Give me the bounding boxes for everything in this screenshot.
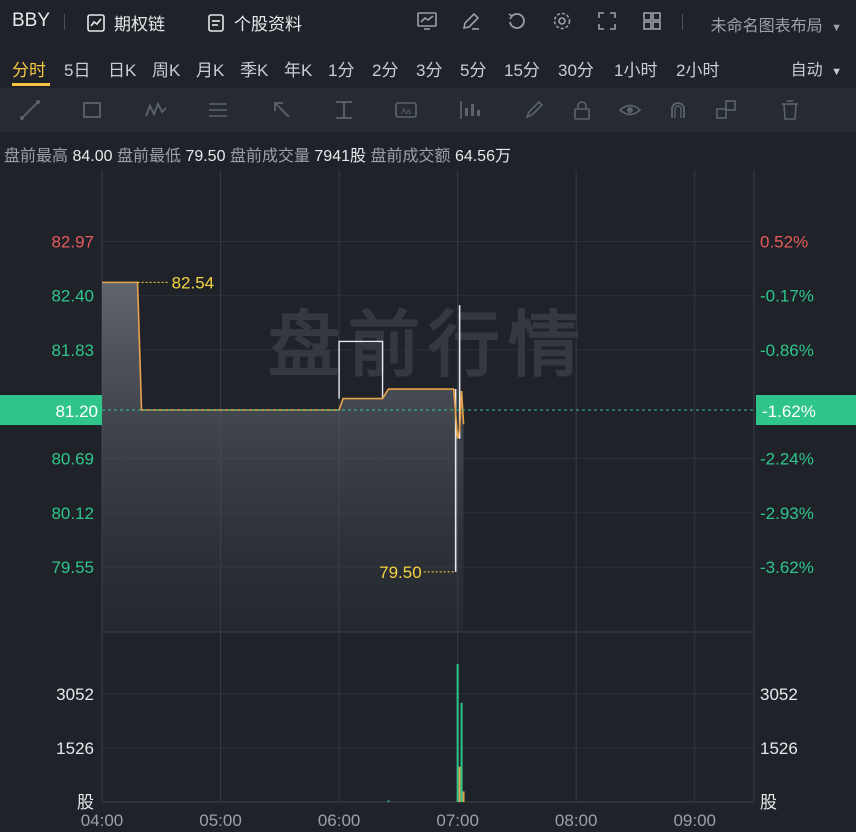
period-tab-9[interactable]: 3分 xyxy=(416,56,442,81)
eye-icon[interactable] xyxy=(618,98,642,122)
rect-tool-icon[interactable] xyxy=(80,98,104,122)
magnet-icon[interactable] xyxy=(666,98,690,122)
volume-bar xyxy=(458,766,461,802)
volume-bar xyxy=(456,663,459,802)
period-tab-3[interactable]: 周K xyxy=(152,56,180,81)
x-tick-label: 09:00 xyxy=(673,811,716,830)
y-tick-price: 82.40 xyxy=(51,287,94,306)
volume-tick-right: 1526 xyxy=(760,739,798,758)
measure-tool-icon[interactable] xyxy=(332,98,356,122)
auto-label: 自动 xyxy=(790,62,823,79)
period-tab-4[interactable]: 月K xyxy=(196,56,224,81)
options-chain-button[interactable]: 期权链 xyxy=(86,10,165,35)
y-tick-price: 79.55 xyxy=(51,558,94,577)
stock-info-button[interactable]: 个股资料 xyxy=(206,10,302,35)
intraday-chart[interactable]: 82.97 0.52% 82.40 -0.17% 81.83 -0.86% 80.69 -2.… xyxy=(0,170,856,832)
y-tick-pct: -0.17% xyxy=(760,287,814,306)
y-tick-price: 82.97 xyxy=(51,232,94,251)
low-marker-label: 79.50 xyxy=(379,563,422,582)
layout-name: 未命名图表布局 xyxy=(710,18,823,35)
high-marker-label: 82.54 xyxy=(172,273,215,292)
volume-bar xyxy=(460,702,463,802)
low-value: 79.50 xyxy=(185,148,226,165)
layout-dropdown[interactable]: 未命名图表布局 ▼ xyxy=(711,12,842,36)
period-tab-7[interactable]: 1分 xyxy=(328,56,354,81)
period-bar: 分时 5日 日K 周K 月K 季K 年K 1分 2分 3分 5分 15分 30分 1小时 2小时 xyxy=(0,44,856,86)
active-period-underline xyxy=(12,83,50,86)
trash-icon[interactable] xyxy=(778,98,802,122)
prev-close-pct: -1.62% xyxy=(762,402,816,421)
y-tick-price: 80.69 xyxy=(51,450,94,469)
period-tab-12[interactable]: 30分 xyxy=(558,56,594,81)
drawing-toolbar: Aa xyxy=(0,88,856,132)
options-chain-label: 期权链 xyxy=(114,15,165,34)
low-label: 盘前最低 xyxy=(116,148,181,165)
prev-close-price: 81.20 xyxy=(55,402,98,421)
period-tab-6[interactable]: 年K xyxy=(284,56,312,81)
y-tick-pct: -0.86% xyxy=(760,341,814,360)
period-tab-5[interactable]: 季K xyxy=(240,56,268,81)
fib-tool-icon[interactable] xyxy=(206,98,230,122)
lock-icon[interactable] xyxy=(570,98,594,122)
high-value: 84.00 xyxy=(72,148,113,165)
volume-tick-left: 3052 xyxy=(56,685,94,704)
line-tool-icon[interactable] xyxy=(18,98,42,122)
document-icon xyxy=(208,13,224,32)
edit-icon[interactable] xyxy=(460,10,482,32)
caret-down-icon: ▼ xyxy=(831,22,842,34)
y-tick-pct: -2.24% xyxy=(760,450,814,469)
high-label: 盘前最高 xyxy=(4,148,69,165)
volume-label: 盘前成交量 xyxy=(229,148,310,165)
y-tick-pct: -2.93% xyxy=(760,504,814,523)
period-tab-0[interactable]: 分时 xyxy=(12,56,46,81)
divider xyxy=(682,14,683,30)
pattern-tool-icon[interactable] xyxy=(144,98,168,122)
auto-dropdown[interactable]: 自动 ▼ xyxy=(791,56,842,80)
y-tick-price: 81.83 xyxy=(51,341,94,360)
text-tool-icon[interactable]: Aa xyxy=(394,98,418,122)
y-tick-price: 80.12 xyxy=(51,504,94,523)
brush-icon[interactable] xyxy=(522,98,546,122)
svg-text:Aa: Aa xyxy=(401,107,411,116)
chart-monitor-icon[interactable] xyxy=(416,10,438,32)
period-tab-2[interactable]: 日K xyxy=(108,56,136,81)
stock-info-label: 个股资料 xyxy=(234,15,302,34)
period-tab-11[interactable]: 15分 xyxy=(504,56,540,81)
period-tab-8[interactable]: 2分 xyxy=(372,56,398,81)
volume-unit-left: 股 xyxy=(77,793,94,813)
x-tick-label: 08:00 xyxy=(555,811,598,830)
fullscreen-icon[interactable] xyxy=(596,10,618,32)
x-tick-label: 07:00 xyxy=(436,811,479,830)
period-tab-1[interactable]: 5日 xyxy=(64,56,90,81)
volume-tick-left: 1526 xyxy=(56,739,94,758)
y-tick-pct: 0.52% xyxy=(760,232,808,251)
volume-tick-right: 3052 xyxy=(760,685,798,704)
x-tick-label: 06:00 xyxy=(318,811,361,830)
chart-box-icon xyxy=(87,13,105,32)
period-tab-13[interactable]: 1小时 xyxy=(614,56,657,81)
period-tab-10[interactable]: 5分 xyxy=(460,56,486,81)
x-tick-label: 05:00 xyxy=(199,811,242,830)
caret-down-icon: ▼ xyxy=(831,66,842,78)
amount-value: 64.56万 xyxy=(454,148,511,165)
ticker-symbol[interactable]: BBY xyxy=(12,10,50,32)
refresh-icon[interactable] xyxy=(506,10,528,32)
layers-icon[interactable] xyxy=(714,98,738,122)
y-tick-pct: -3.62% xyxy=(760,558,814,577)
volume-value: 7941股 xyxy=(314,148,367,165)
arrow-tool-icon[interactable] xyxy=(270,98,294,122)
watermark: 盘前行情 xyxy=(268,303,588,387)
amount-label: 盘前成交额 xyxy=(370,148,451,165)
divider xyxy=(64,14,65,30)
volume-unit-right: 股 xyxy=(760,793,777,813)
top-bar: BBY 期权链 个股资料 未命名图表布局 ▼ xyxy=(0,0,856,44)
premarket-stats: 盘前最高 84.00 盘前最低 79.50 盘前成交量 7941股 盘前成交额 … xyxy=(4,142,511,166)
period-tab-14[interactable]: 2小时 xyxy=(676,56,719,81)
volume-bar xyxy=(387,800,390,802)
indicator-tool-icon[interactable] xyxy=(458,98,482,122)
volume-bar xyxy=(462,791,465,802)
gear-icon[interactable] xyxy=(551,10,573,32)
x-tick-label: 04:00 xyxy=(81,811,124,830)
grid-layout-icon[interactable] xyxy=(641,10,663,32)
